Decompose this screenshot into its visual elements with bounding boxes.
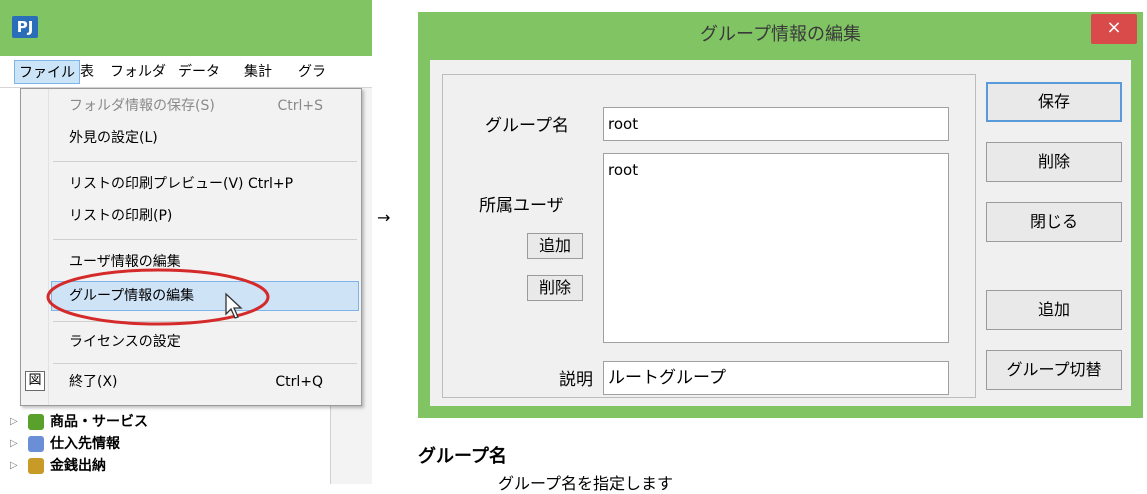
- products-icon: [28, 414, 44, 430]
- add-member-button[interactable]: 追加: [527, 233, 583, 259]
- menu-item-edit-group-info[interactable]: グループ情報の編集: [51, 281, 359, 311]
- menu-item-label: ライセンスの設定: [69, 334, 181, 350]
- switch-group-button[interactable]: グループ切替: [986, 350, 1122, 390]
- menu-item-save-folder-info[interactable]: フォルダ情報の保存(S) Ctrl+S: [51, 91, 359, 121]
- menu-icon-gutter: [21, 89, 49, 405]
- tree-item-label: 金銭出納: [50, 458, 106, 474]
- close-button[interactable]: ×: [1091, 14, 1137, 44]
- menu-shortcut: Ctrl+S: [277, 98, 323, 114]
- expand-arrow-icon[interactable]: ▷: [10, 456, 18, 476]
- section-description: グループ名を指定します: [498, 474, 674, 493]
- menu-item-label: ユーザ情報の編集: [69, 254, 181, 270]
- file-menu-dropdown: フォルダ情報の保存(S) Ctrl+S 外見の設定(L) リストの印刷プレビュー…: [20, 88, 362, 406]
- menu-data[interactable]: データ: [174, 60, 224, 84]
- menu-item-exit[interactable]: 終了(X) Ctrl+Q: [51, 367, 359, 397]
- menu-item-edit-user-info[interactable]: ユーザ情報の編集: [51, 247, 359, 277]
- save-button[interactable]: 保存: [986, 82, 1122, 122]
- menu-item-label: リストの印刷プレビュー(V) Ctrl+P: [69, 176, 294, 192]
- menu-aggregate[interactable]: 集計: [240, 60, 276, 84]
- mouse-cursor-icon: [225, 292, 243, 319]
- exit-icon: 図: [25, 371, 45, 391]
- arrow-icon: →: [377, 208, 391, 227]
- menu-item-label: 外見の設定(L): [69, 130, 158, 146]
- menu-separator: [53, 321, 357, 322]
- group-name-label: グループ名: [485, 116, 569, 136]
- tree-item-label: 仕入先情報: [50, 436, 120, 452]
- menu-item-label: 終了(X): [69, 374, 118, 390]
- menubar: ファイル 表 フォルダ データ 集計 グラ: [0, 56, 372, 88]
- menu-item-print-preview[interactable]: リストの印刷プレビュー(V) Ctrl+P: [51, 169, 359, 199]
- menu-item-print-list[interactable]: リストの印刷(P): [51, 201, 359, 231]
- menu-item-label: フォルダ情報の保存(S): [69, 98, 215, 114]
- cashbook-icon: [28, 458, 44, 474]
- close-dialog-button[interactable]: 閉じる: [986, 202, 1122, 242]
- menu-item-label: グループ情報の編集: [69, 288, 195, 304]
- group-form-panel: グループ名 root 所属ユーザ root 追加 削除 説明 ルートグループ: [442, 74, 976, 398]
- expand-arrow-icon[interactable]: ▷: [10, 412, 18, 432]
- suppliers-icon: [28, 436, 44, 452]
- edit-group-dialog: グループ情報の編集 × グループ名 root 所属ユーザ root 追加 削除 …: [418, 12, 1143, 418]
- description-label: 説明: [559, 370, 593, 390]
- dialog-title: グループ情報の編集: [700, 24, 861, 45]
- menu-item-license[interactable]: ライセンスの設定: [51, 327, 359, 357]
- menu-table[interactable]: 表: [76, 60, 98, 84]
- menu-separator: [53, 161, 357, 162]
- list-item[interactable]: root: [608, 160, 948, 180]
- menu-shortcut: Ctrl+Q: [275, 374, 323, 390]
- group-name-input[interactable]: root: [603, 107, 949, 141]
- menu-separator: [53, 239, 357, 240]
- members-label: 所属ユーザ: [479, 196, 564, 216]
- menu-separator: [53, 363, 357, 364]
- members-list[interactable]: root: [603, 153, 949, 343]
- delete-button[interactable]: 削除: [986, 142, 1122, 182]
- description-input[interactable]: ルートグループ: [603, 361, 949, 395]
- menu-folder[interactable]: フォルダ: [106, 60, 170, 84]
- tree-item-label: 商品・サービス: [50, 414, 148, 430]
- section-heading: グループ名: [418, 446, 507, 467]
- dialog-body: グループ名 root 所属ユーザ root 追加 削除 説明 ルートグループ 保…: [430, 60, 1131, 406]
- menu-graph[interactable]: グラ: [294, 60, 330, 84]
- remove-member-button[interactable]: 削除: [527, 275, 583, 301]
- menu-item-appearance[interactable]: 外見の設定(L): [51, 123, 359, 153]
- add-group-button[interactable]: 追加: [986, 290, 1122, 330]
- app-logo: PJ: [12, 16, 38, 38]
- expand-arrow-icon[interactable]: ▷: [10, 434, 18, 454]
- app-titlebar: PJ: [0, 0, 372, 56]
- menu-item-label: リストの印刷(P): [69, 208, 173, 224]
- menu-file[interactable]: ファイル: [14, 60, 80, 84]
